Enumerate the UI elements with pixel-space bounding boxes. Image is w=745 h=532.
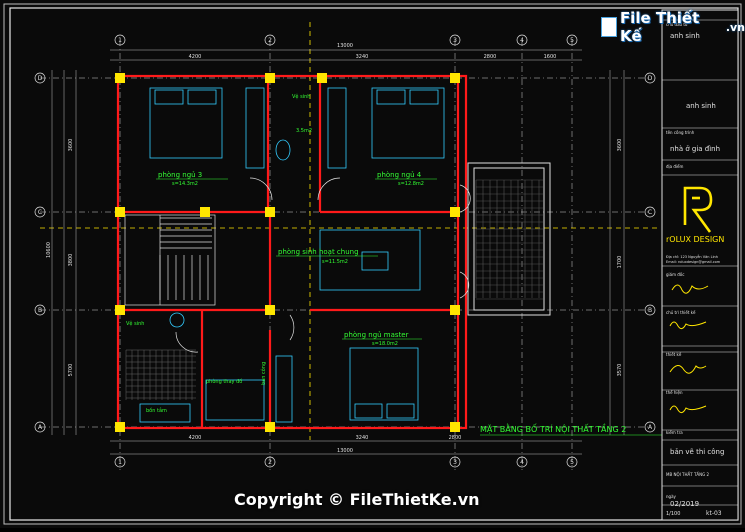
dim-left: 5700: [68, 364, 74, 377]
room-master-name: phòng ngủ master: [344, 331, 409, 339]
titleblock-label: ngày: [666, 494, 677, 499]
axis-label-row: B: [648, 307, 652, 314]
axis-label-col: 4: [520, 37, 524, 44]
column-7: [265, 305, 275, 315]
titleblock-label: thể hiện: [666, 390, 683, 395]
column-0: [115, 73, 125, 83]
floor-plan-svg: 1122334455D DC CB BA A 130004200 3240 2800 1600…: [3, 3, 742, 525]
axis-label-row: D: [648, 75, 653, 82]
axis-label-row: D: [38, 75, 43, 82]
dim-bottom: 4200: [189, 435, 202, 441]
titleblock-label: thiết kế: [666, 352, 682, 357]
column-3: [115, 207, 125, 217]
room-dressing: phòng thay đồ: [206, 377, 242, 385]
room-bed3-area: s=14.3m2: [172, 181, 198, 187]
titleblock-label: MB NỘI THẤT TẦNG 2: [666, 472, 710, 477]
titleblock-label: giám đốc: [666, 272, 684, 277]
dim-left: 3800: [68, 254, 74, 267]
titleblock-owner: anh sinh: [686, 102, 716, 110]
titleblock-label: chủ trì thiết kế: [666, 310, 696, 315]
dim-top: 4200: [189, 54, 202, 60]
column-5: [450, 207, 460, 217]
column-12: [317, 73, 327, 83]
dim-top: 1600: [544, 54, 557, 60]
titleblock-value: 02/2019: [670, 500, 699, 508]
axis-label-col: 4: [520, 459, 524, 466]
axis-label-col: 3: [453, 459, 457, 466]
dim-right: 1700: [617, 256, 623, 269]
dim-bottom: 13000: [337, 448, 353, 454]
room-bath: bồn tắm: [146, 406, 167, 414]
titleblock-label: địa điểm: [666, 164, 683, 169]
dim-right: 3600: [617, 139, 623, 152]
dim-top: 13000: [337, 43, 353, 49]
room-bed4-area: s=12.8m2: [398, 181, 424, 187]
brand-name: rOLUX DESIGN: [666, 235, 724, 244]
axis-label-col: 2: [268, 459, 272, 466]
column-1: [265, 73, 275, 83]
room-wc-left: Vệ sinh: [126, 320, 144, 327]
column-6: [115, 305, 125, 315]
copyright-watermark: Copyright © FileThietKe.vn: [234, 490, 480, 509]
room-balcony: ban công: [260, 362, 267, 385]
dim-top: 3240: [356, 54, 369, 60]
axis-label-row: C: [38, 209, 42, 216]
titleblock-scale: 1/100: [666, 511, 680, 517]
brand-line1: Địa chỉ: 123 Nguyễn Văn Linh: [666, 254, 718, 259]
title-block: chủ đầu tưanh sinhtên công trìnhnhà ở gi…: [661, 9, 739, 521]
axis-label-col: 1: [118, 37, 122, 44]
titleblock-label: tên công trình: [666, 130, 695, 135]
dim-bottom: 3240: [356, 435, 369, 441]
dim-left: 3600: [68, 139, 74, 152]
brand-line2: Email: roluxdesign@gmail.com: [666, 260, 721, 264]
axis-label-col: 5: [570, 37, 574, 44]
room-bed4-name: phòng ngủ 4: [377, 171, 422, 179]
axis-label-row: B: [38, 307, 42, 314]
column-8: [450, 305, 460, 315]
room-master-area: s=18.0m2: [372, 341, 398, 347]
axis-label-row: C: [648, 209, 652, 216]
column-4: [265, 207, 275, 217]
logo-suffix: .vn: [725, 20, 745, 34]
axis-label-col: 2: [268, 37, 272, 44]
logo-icon: [601, 17, 617, 37]
logo-text: File Thiết Kế: [619, 9, 700, 45]
column-13: [200, 207, 210, 217]
axis-label-col: 5: [570, 459, 574, 466]
room-wc-top: Vệ sinh: [292, 93, 310, 100]
titleblock-value: bản vẽ thi công: [670, 448, 724, 456]
titleblock-value: nhà ở gia đình: [670, 145, 720, 153]
room-bed3-name: phòng ngủ 3: [158, 171, 202, 179]
cad-drawing: 1122334455DDCCBBAA 13000 4200 3240 2800 1600…: [0, 0, 745, 528]
titleblock-sheet-no: kt-03: [706, 510, 722, 517]
room-wc-top-area: 3.5m2: [296, 128, 312, 134]
sheet-frame: [3, 3, 742, 525]
column-11: [450, 422, 460, 432]
dim-bottom: 2800: [449, 435, 462, 441]
axis-label-col: 1: [118, 459, 122, 466]
room-living-name: phòng sinh hoạt chung: [278, 248, 359, 256]
column-10: [265, 422, 275, 432]
dim-top: 2800: [484, 54, 497, 60]
column-2: [450, 73, 460, 83]
watermark-logo: File Thiết Kế .vn: [601, 9, 745, 45]
titleblock-label: kiểm tra: [666, 430, 683, 435]
axis-label-col: 3: [453, 37, 457, 44]
dim-left: 10600: [46, 242, 52, 258]
room-living-area: s=11.5m2: [322, 259, 348, 265]
dim-right: 3570: [617, 364, 623, 377]
column-9: [115, 422, 125, 432]
